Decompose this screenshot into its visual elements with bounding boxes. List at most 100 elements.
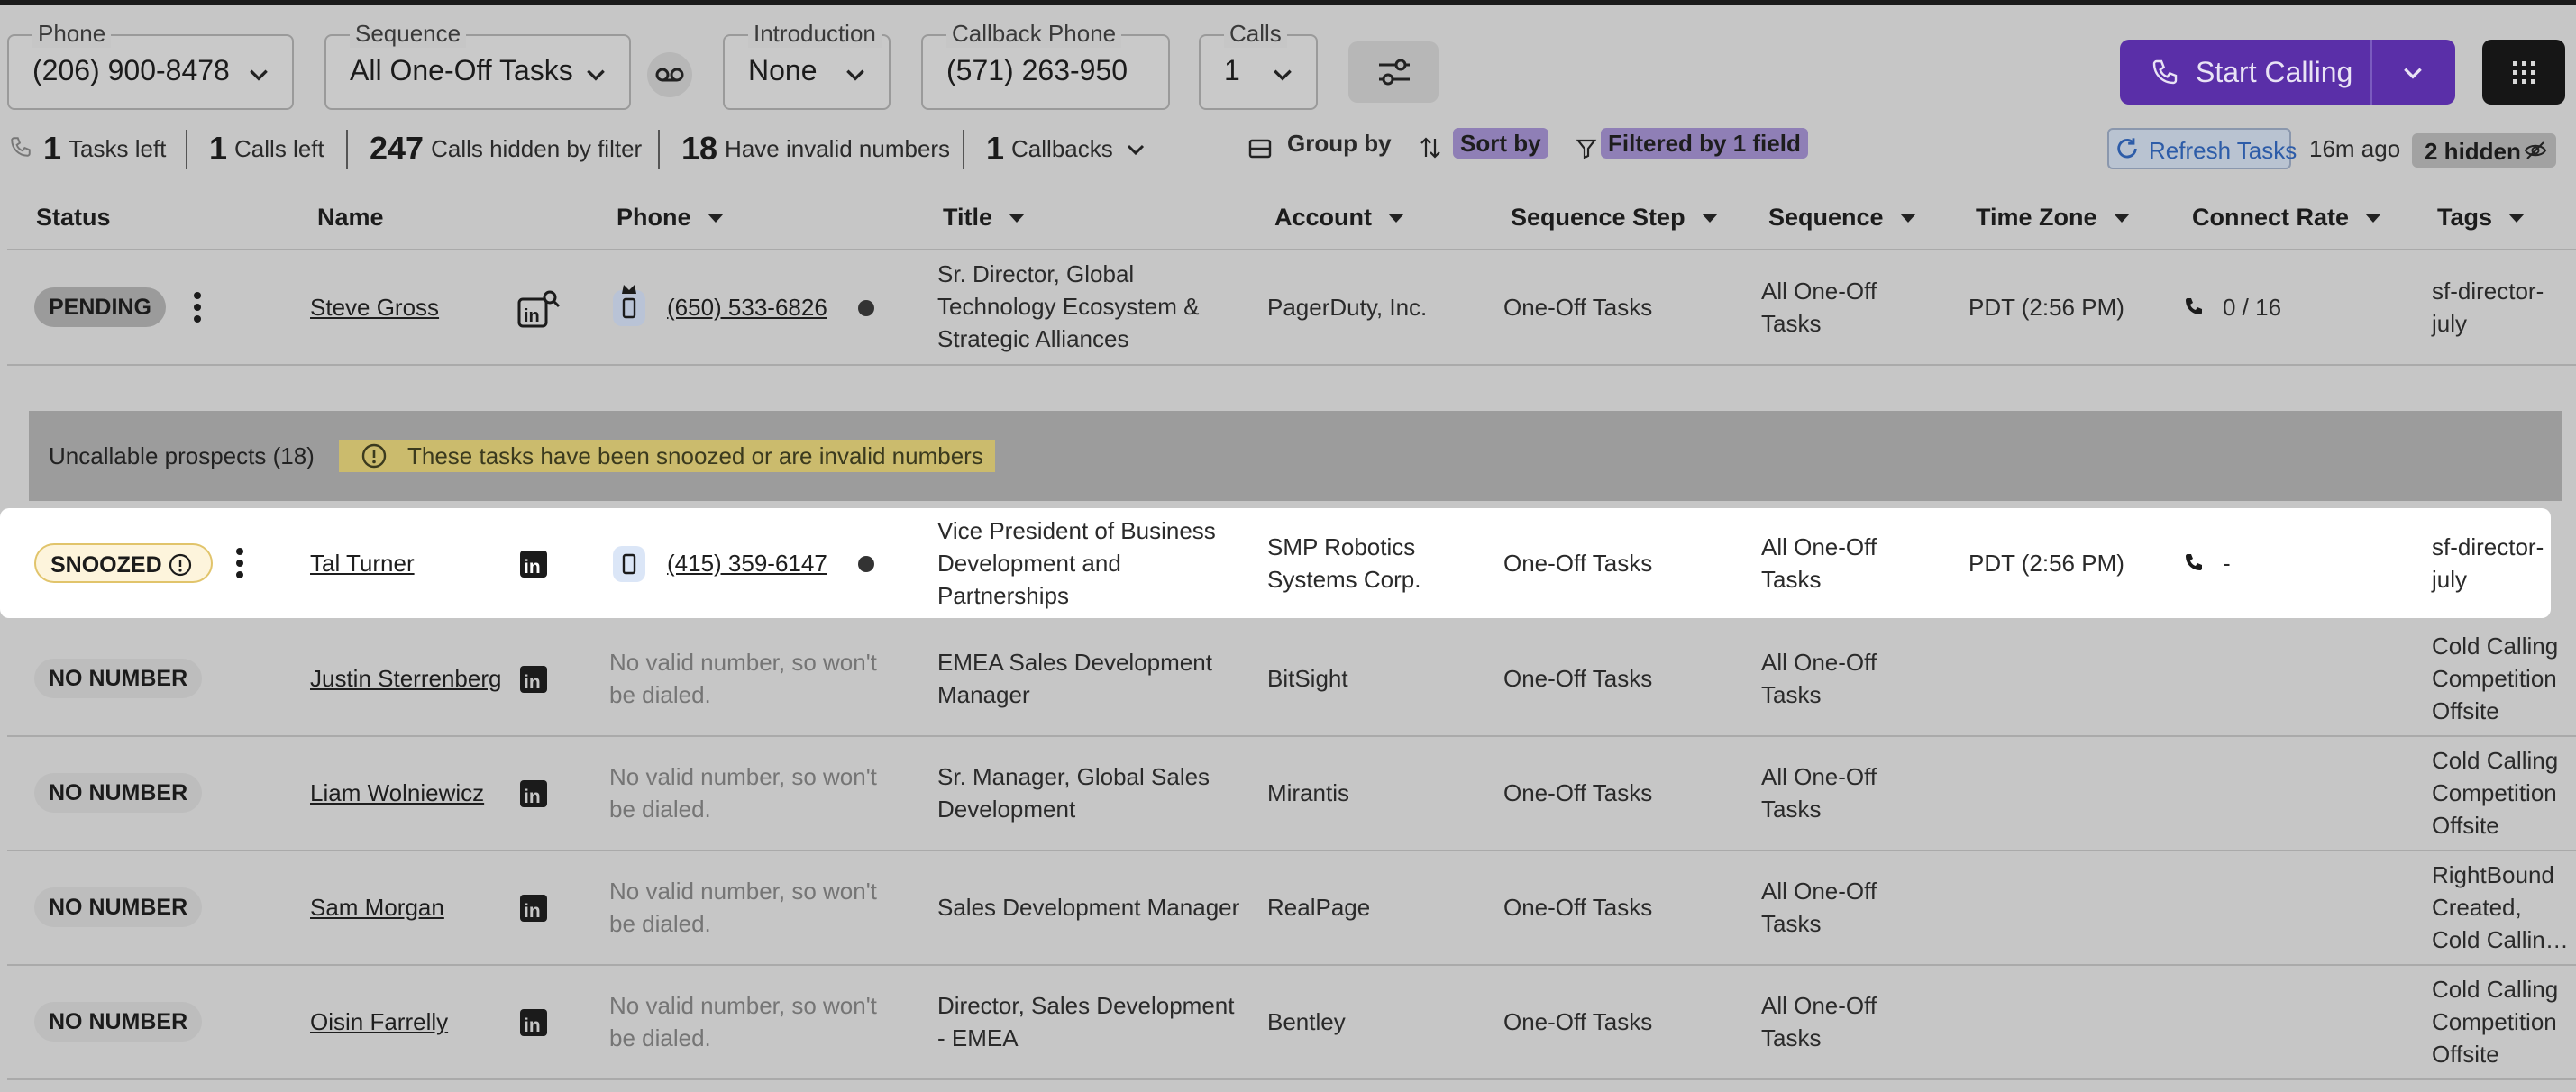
phone-icon (2186, 298, 2202, 314)
phone-number-link[interactable]: (415) 359-6147 (667, 547, 827, 579)
column-sequence[interactable]: Sequence (1768, 204, 1916, 232)
status-badge: NO NUMBER (34, 773, 203, 813)
info-circle-icon[interactable] (168, 552, 193, 578)
filter-settings-button[interactable] (1348, 41, 1439, 103)
no-number-line: No valid number, so won't (609, 878, 877, 905)
tag-line: Competition (2432, 665, 2557, 692)
chevron-down-icon (846, 69, 864, 81)
group-by-button[interactable]: Group by (1287, 130, 1392, 158)
column-tags[interactable]: Tags (2437, 204, 2526, 232)
title-line: Partnerships (937, 582, 1069, 609)
tag-line: Competition (2432, 1008, 2557, 1035)
introduction-select[interactable]: Introduction None (723, 20, 891, 110)
start-calling-button[interactable]: Start Calling (2120, 40, 2455, 105)
sequence-select-label: Sequence (350, 20, 467, 48)
hidden-columns-badge[interactable]: 2 hidden (2412, 133, 2556, 168)
prospect-name-link[interactable]: Justin Sterrenberg (310, 662, 501, 695)
filtered-button[interactable]: Filtered by 1 field (1601, 128, 1808, 159)
svg-text:in: in (524, 672, 541, 693)
uncallable-group-header[interactable]: Uncallable prospects (18) These tasks ha… (29, 411, 2562, 501)
calls-select-value: 1 (1224, 54, 1240, 86)
refresh-tasks-label: Refresh Tasks (2149, 137, 2297, 164)
title-cell: Sr. Manager, Global Sales Development (937, 760, 1210, 825)
row-divider (7, 1078, 2576, 1080)
apps-grid-button[interactable] (2482, 40, 2565, 105)
voicemail-button[interactable] (647, 52, 692, 97)
linkedin-icon[interactable]: in (519, 894, 548, 923)
no-number-line: be dialed. (609, 796, 711, 823)
sort-icon (1420, 137, 1440, 159)
phone-icon (2152, 59, 2178, 85)
sequence-step-cell: One-Off Tasks (1503, 779, 1653, 806)
table-row[interactable]: NO NUMBER Justin Sterrenberg in No valid… (0, 622, 2576, 735)
column-title[interactable]: Title (943, 204, 1026, 232)
kebab-menu-icon[interactable] (194, 291, 201, 323)
warning-banner: These tasks have been snoozed or are inv… (339, 440, 995, 472)
column-sequence-step[interactable]: Sequence Step (1511, 204, 1718, 232)
calls-left-label: Calls left (234, 135, 324, 162)
connect-rate-cell: 0 / 16 (2223, 294, 2282, 321)
callbacks-dropdown[interactable]: 1 Callbacks (986, 130, 1113, 168)
refresh-tasks-button[interactable]: Refresh Tasks (2107, 128, 2297, 169)
status-badge: NO NUMBER (34, 659, 203, 698)
time-zone-cell: PDT (2:56 PM) (1969, 294, 2124, 321)
column-sequence-label: Sequence (1768, 204, 1884, 231)
last-refresh-time: 16m ago (2309, 135, 2401, 162)
linkedin-search-icon[interactable]: in (517, 288, 562, 328)
tag-line: Competition (2432, 779, 2557, 806)
calls-left-stat: 1 Calls left (209, 130, 324, 168)
column-time-zone[interactable]: Time Zone (1976, 204, 2130, 232)
table-row[interactable]: PENDING Steve Gross in (650) 533-6826 Sr… (0, 250, 2576, 364)
column-account[interactable]: Account (1274, 204, 1404, 232)
table-row[interactable]: NO NUMBER Liam Wolniewicz in No valid nu… (0, 736, 2576, 850)
prospect-name-link[interactable]: Sam Morgan (310, 891, 444, 924)
account-cell: SMP Robotics Systems Corp. (1267, 531, 1421, 596)
callback-phone-field[interactable]: Callback Phone (571) 263-950 (921, 20, 1170, 110)
chevron-down-icon[interactable] (1125, 139, 1146, 160)
alert-circle-icon (361, 443, 387, 469)
column-phone-label: Phone (617, 204, 691, 231)
phone-select[interactable]: Phone (206) 900-8478 (7, 20, 294, 110)
chevron-down-icon (587, 69, 605, 81)
tag-line: Cold Calling (2432, 976, 2559, 1003)
sequence-cell: All One-Off Tasks (1761, 989, 1877, 1054)
table-row[interactable]: NO NUMBER Oisin Farrelly in No valid num… (0, 965, 2576, 1078)
prospect-name-link[interactable]: Tal Turner (310, 547, 415, 579)
filtered-label: Filtered by 1 field (1601, 128, 1808, 159)
sequence-line: Tasks (1761, 796, 1822, 823)
calls-select[interactable]: Calls 1 (1199, 20, 1318, 110)
account-line: SMP Robotics (1267, 533, 1416, 560)
title-line: - EMEA (937, 1024, 1019, 1051)
sequence-cell: All One-Off Tasks (1761, 646, 1877, 711)
column-phone[interactable]: Phone (617, 204, 724, 232)
tag-line: sf-director- (2432, 278, 2544, 305)
sort-arrow-icon (2508, 214, 2526, 223)
linkedin-icon[interactable]: in (519, 1008, 548, 1037)
svg-text:in: in (524, 1015, 541, 1036)
tag-line: Created, (2432, 894, 2522, 921)
sort-arrow-icon (1388, 214, 1404, 223)
status-badge: NO NUMBER (34, 1002, 203, 1042)
tag-line: Cold Calling (2432, 747, 2559, 774)
table-row[interactable]: NO NUMBER Sam Morgan in No valid number,… (0, 851, 2576, 964)
status-dot (858, 556, 874, 572)
kebab-menu-icon[interactable] (236, 547, 243, 579)
linkedin-icon[interactable]: in (519, 550, 548, 578)
no-number-note: No valid number, so won't be dialed. (609, 875, 877, 940)
linkedin-icon[interactable]: in (519, 779, 548, 808)
tag-line: july (2432, 310, 2468, 337)
title-line: Sr. Director, Global (937, 260, 1135, 287)
linkedin-icon[interactable]: in (519, 665, 548, 694)
divider (963, 130, 964, 169)
column-connect-rate[interactable]: Connect Rate (2192, 204, 2382, 232)
sort-by-button[interactable]: Sort by (1453, 128, 1548, 159)
title-line: Manager (937, 681, 1030, 708)
chevron-down-icon[interactable] (2401, 61, 2425, 85)
table-row[interactable]: SNOOZED Tal Turner in (415) 359-6147 Vic… (0, 508, 2576, 618)
sequence-select[interactable]: Sequence All One-Off Tasks (324, 20, 631, 110)
prospect-name-link[interactable]: Oisin Farrelly (310, 1006, 448, 1038)
tags-cell: sf-director- july (2432, 531, 2544, 596)
prospect-name-link[interactable]: Steve Gross (310, 291, 439, 323)
phone-number-link[interactable]: (650) 533-6826 (667, 291, 827, 323)
prospect-name-link[interactable]: Liam Wolniewicz (310, 777, 484, 809)
